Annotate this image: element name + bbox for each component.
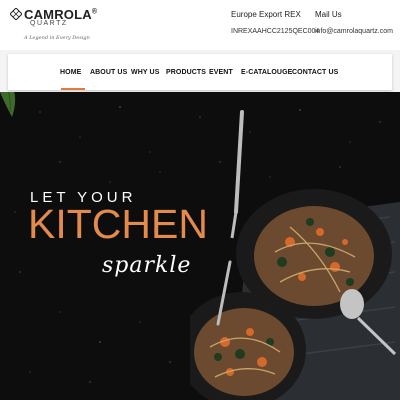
main-nav: HOME ABOUT US WHY US PRODUCTS EVENT E-CA… — [8, 54, 392, 90]
nav-item-event[interactable]: EVENT — [209, 69, 233, 76]
nav-item-contact-us[interactable]: CONTACT US — [292, 69, 338, 76]
brand-registered-mark: ® — [91, 8, 98, 16]
mail-link[interactable]: info@camrolaquartz.com — [315, 28, 393, 35]
hero-line-kitchen: KITCHEN — [28, 201, 208, 247]
nav-item-home[interactable]: HOME — [60, 69, 81, 76]
camrola-logo-mark-icon — [10, 8, 22, 20]
export-code: INREXAAHCC2125QEC004 — [231, 28, 320, 35]
nav-item-why-us[interactable]: WHY US — [131, 69, 159, 76]
pasta-bowls-illustration — [190, 110, 400, 400]
export-title: Europe Export REX — [231, 10, 301, 19]
basil-leaf-illustration — [0, 92, 15, 117]
nav-item-products[interactable]: PRODUCTS — [166, 69, 206, 76]
nav-item-about-us[interactable]: ABOUT US — [90, 69, 127, 76]
mail-title: Mail Us — [315, 10, 342, 19]
brand-subtitle: QUARTZ — [30, 20, 68, 27]
nav-item-e-catalouge[interactable]: E-CATALOUGE — [241, 69, 292, 76]
mail-info: Mail Us info@camrolaquartz.com — [315, 10, 393, 35]
brand-tagline: A Legend in Every Design — [24, 35, 90, 41]
nav-active-indicator — [61, 88, 85, 90]
top-header: CAMROLA® QUARTZ A Legend in Every Design… — [0, 0, 400, 50]
brand-logo[interactable]: CAMROLA® QUARTZ A Legend in Every Design — [10, 7, 110, 45]
export-info: Europe Export REX INREXAAHCC2125QEC004 — [231, 10, 319, 35]
hero-line-sparkle: sparkle — [102, 253, 192, 278]
